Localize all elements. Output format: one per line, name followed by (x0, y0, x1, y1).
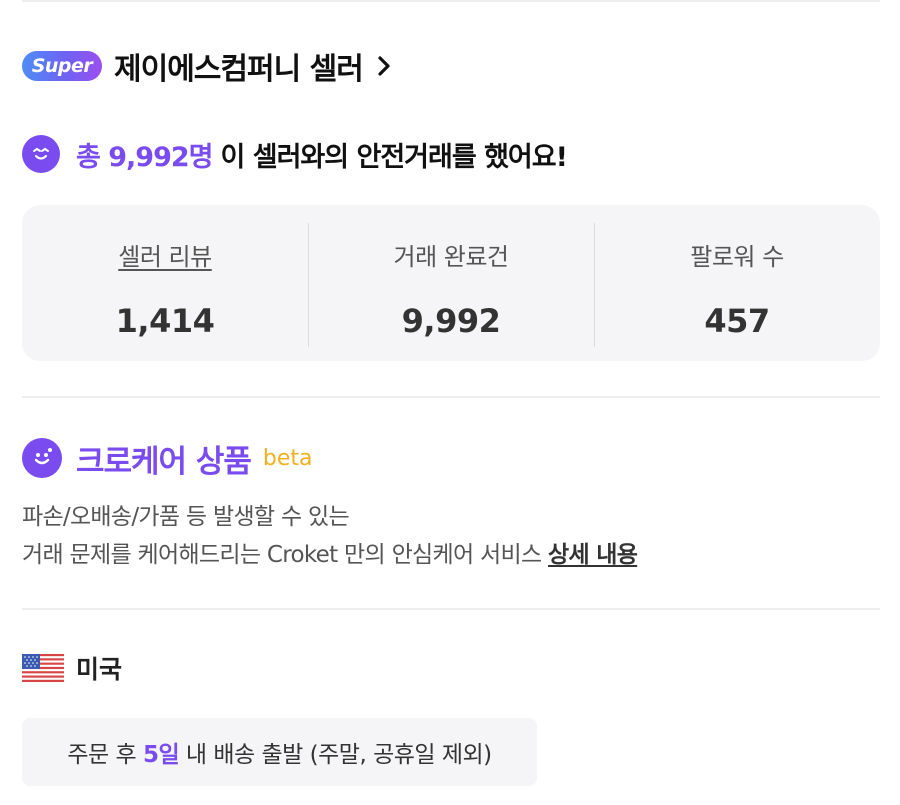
stat-label: 팔로워 수 (690, 243, 784, 271)
stat-followers: 팔로워 수 457 (594, 205, 880, 361)
shipping-info: 주문 후 5일 내 배송 출발 (주말, 공휴일 제외) (22, 718, 537, 786)
crocare-title: 크로케어 상품 (76, 443, 252, 480)
stat-value: 9,992 (401, 302, 501, 340)
country-name: 미국 (76, 655, 123, 684)
crocare-desc-line2-row: 거래 문제를 케어해드리는 Croket 만의 안심케어 서비스 상세 내용 (22, 536, 638, 574)
stat-completed-trades: 거래 완료건 9,992 (308, 205, 594, 361)
shipping-prefix: 주문 후 (67, 742, 137, 768)
beta-tag: beta (262, 445, 313, 471)
us-flag-icon (22, 654, 64, 682)
crocare-details-link[interactable]: 상세 내용 (548, 542, 638, 568)
crocare-header: 크로케어 상품 beta (22, 436, 313, 480)
crocare-description: 파손/오배송/가품 등 발생할 수 있는 거래 문제를 케어해드리는 Croke… (22, 498, 638, 574)
stat-value: 457 (704, 302, 770, 340)
trade-summary: 총 9,992명 이 셀러와의 안전거래를 했어요! (22, 134, 568, 174)
section-divider (22, 608, 880, 610)
stat-reviews[interactable]: 셀러 리뷰 1,414 (22, 205, 308, 361)
smile-icon (22, 135, 60, 173)
seller-header[interactable]: Super 제이에스컴퍼니 셀러 (22, 44, 395, 88)
stat-label[interactable]: 셀러 리뷰 (118, 237, 212, 272)
super-badge: Super (22, 51, 102, 81)
stat-label: 거래 완료건 (393, 243, 509, 271)
trade-count: 총 9,992명 (76, 141, 213, 173)
chevron-right-icon[interactable] (373, 55, 395, 77)
seller-name[interactable]: 제이에스컴퍼니 셀러 (114, 44, 364, 88)
top-divider (22, 0, 880, 2)
crocare-desc-line2: 거래 문제를 케어해드리는 Croket 만의 안심케어 서비스 (22, 542, 542, 568)
section-divider (22, 396, 880, 398)
trade-suffix: 이 셀러와의 안전거래를 했어요! (220, 141, 567, 173)
crocare-desc-line1: 파손/오배송/가품 등 발생할 수 있는 (22, 504, 350, 530)
shipping-country: 미국 (22, 648, 122, 688)
stat-value: 1,414 (115, 302, 215, 340)
shipping-suffix: 내 배송 출발 (주말, 공휴일 제외) (185, 742, 492, 768)
seller-stats: 셀러 리뷰 1,414 거래 완료건 9,992 팔로워 수 457 (22, 205, 880, 361)
shipping-days: 5일 (142, 742, 180, 768)
care-smile-icon (22, 438, 62, 478)
